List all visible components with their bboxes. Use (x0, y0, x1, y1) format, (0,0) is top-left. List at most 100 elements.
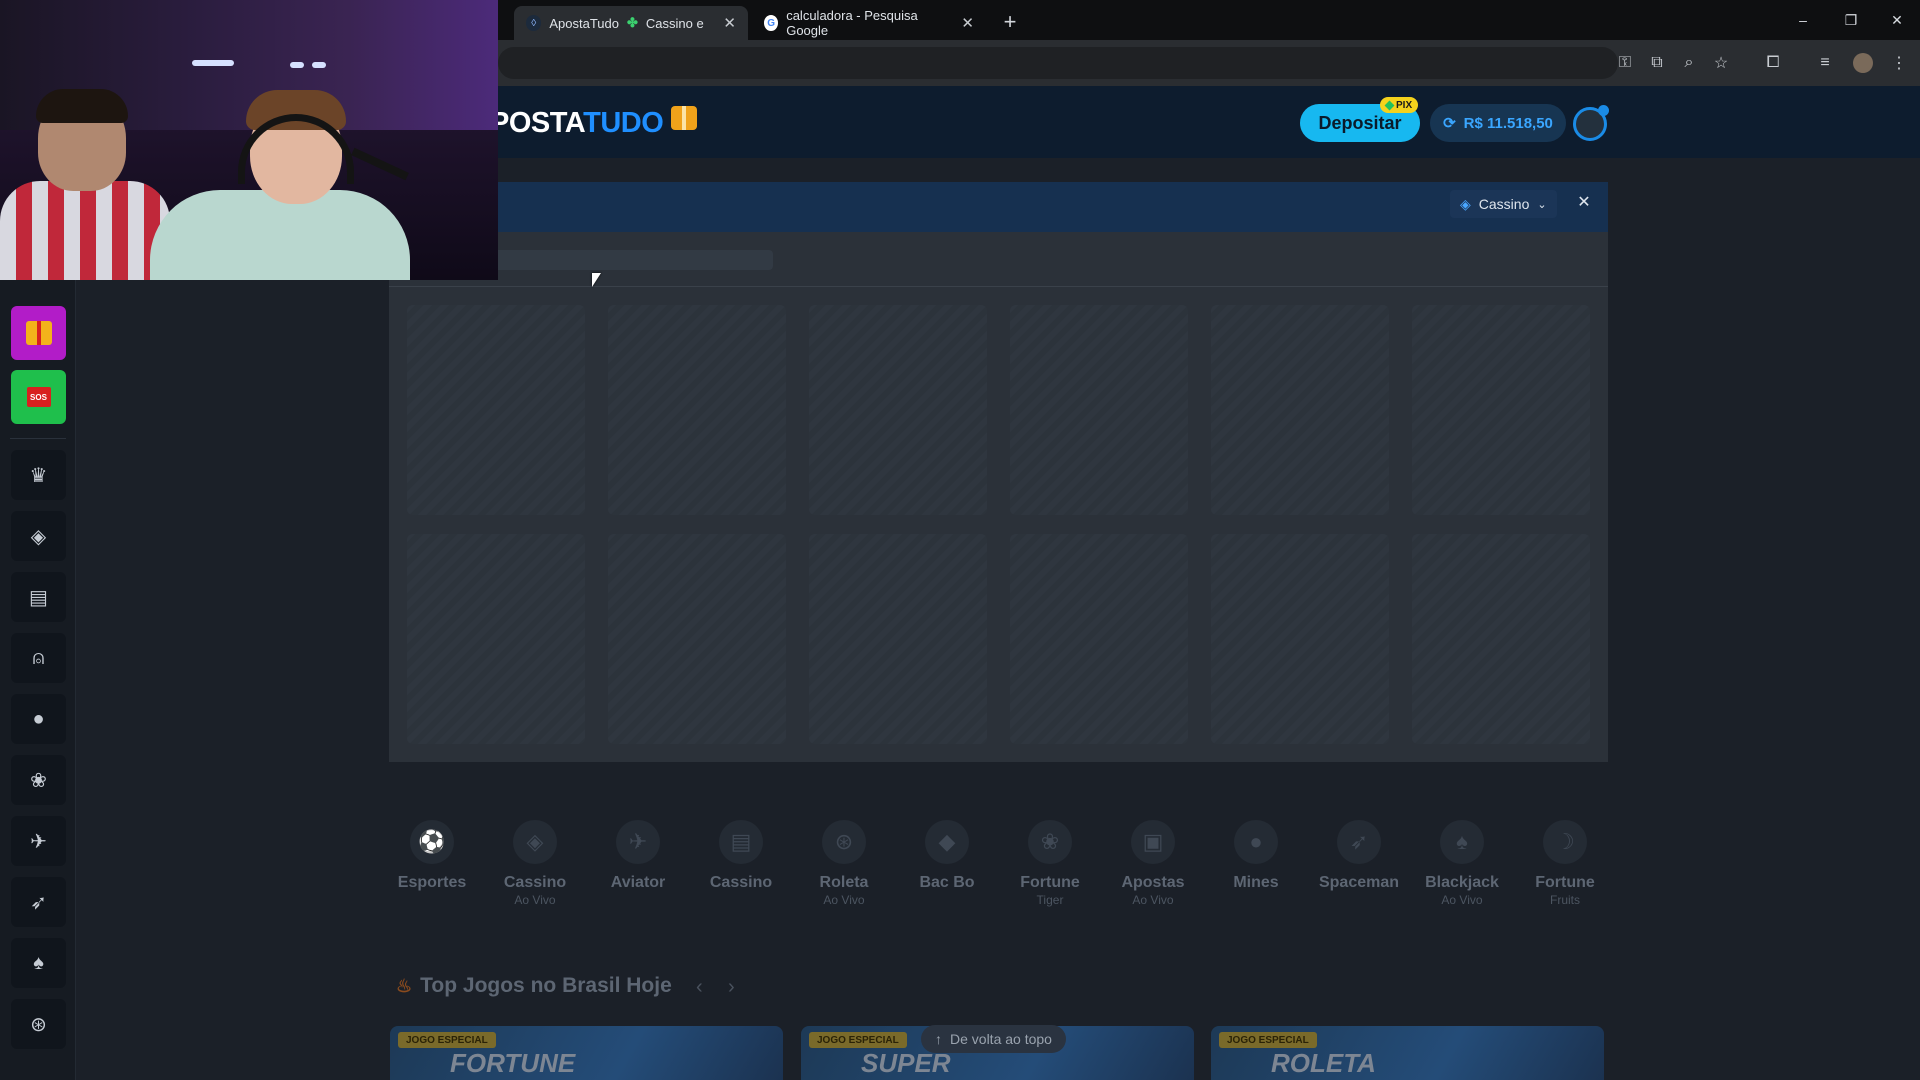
panel-title-area (389, 232, 1608, 287)
pix-label: PIX (1396, 99, 1413, 111)
special-game-tag: JOGO ESPECIAL (809, 1032, 907, 1048)
game-banner[interactable]: JOGO ESPECIAL FORTUNE (390, 1026, 783, 1080)
balance-value: R$ 11.518,50 (1463, 114, 1553, 132)
plane-icon[interactable]: ✈ (11, 816, 66, 866)
category-mines[interactable]: ● Mines (1206, 820, 1306, 893)
game-tile-placeholder[interactable] (608, 534, 786, 744)
browser-menu-icon[interactable]: ⋮ (1886, 50, 1912, 76)
balance-button[interactable]: ⟳ R$ 11.518,50 (1430, 104, 1566, 142)
paw-icon[interactable]: ❀ (11, 755, 66, 805)
category-apostas-ao-vivo[interactable]: ▣ Apostas Ao Vivo (1103, 820, 1203, 907)
game-tile-placeholder[interactable] (1010, 534, 1188, 744)
category-title: Aviator (610, 874, 666, 891)
notification-badge (1598, 105, 1609, 116)
soccer-ball-icon: ⚽ (410, 820, 454, 864)
close-panel-button[interactable]: ✕ (1574, 192, 1594, 212)
streamer-right (150, 90, 410, 280)
gift-box-icon (25, 321, 52, 345)
blackjack-card-icon[interactable]: ♠ (11, 938, 66, 988)
address-bar[interactable] (498, 47, 1618, 79)
category-spaceman[interactable]: ➶ Spaceman (1309, 820, 1409, 893)
light-strip (312, 62, 326, 68)
blackjack-card-icon: ♠ (1440, 820, 1484, 864)
game-tile-placeholder[interactable] (809, 534, 987, 744)
google-favicon-icon: G (764, 15, 779, 31)
tab-calculadora[interactable]: G calculadora - Pesquisa Google ✕ (752, 6, 986, 40)
category-esportes[interactable]: ⚽ Esportes (382, 820, 482, 893)
zoom-icon[interactable]: ⌕ (1676, 50, 1702, 76)
close-window-button[interactable]: ✕ (1870, 0, 1920, 40)
minimize-button[interactable]: – (1776, 0, 1830, 40)
category-title: Blackjack (1425, 874, 1499, 891)
category-subtitle: Ao Vivo (1441, 893, 1483, 907)
loading-title-placeholder (493, 250, 773, 270)
special-game-tag: JOGO ESPECIAL (1219, 1032, 1317, 1048)
mouse-cursor-icon (592, 273, 601, 287)
back-to-top-label: De volta ao topo (950, 1031, 1052, 1047)
casino-chip-icon[interactable]: ◈ (11, 511, 66, 561)
back-to-top-button[interactable]: ↑ De volta ao topo (921, 1025, 1066, 1053)
panel-header-bar (389, 182, 1608, 232)
category-fortune-fruits[interactable]: ☽ Fortune Fruits (1515, 820, 1615, 907)
install-app-icon[interactable]: ⧉ (1644, 50, 1670, 76)
game-tile-placeholder[interactable] (1412, 534, 1590, 744)
carousel-next-button[interactable]: › (728, 976, 735, 999)
webcam-overlay (0, 0, 498, 280)
close-tab-icon[interactable]: ✕ (723, 14, 736, 32)
left-sidebar: SOS ♛ ◈ ▤ ⍝ ● ❀ ✈ ➶ ♠ ⊛ (0, 158, 76, 1080)
category-cassino-ao-vivo[interactable]: ◈ Cassino Ao Vivo (485, 820, 585, 907)
user-avatar[interactable] (1573, 105, 1609, 141)
category-subtitle: Ao Vivo (1132, 893, 1174, 907)
game-tile-placeholder[interactable] (1010, 305, 1188, 515)
game-tile-placeholder[interactable] (407, 534, 585, 744)
crown-icon[interactable]: ♛ (11, 450, 66, 500)
close-tab-icon[interactable]: ✕ (961, 14, 974, 32)
category-blackjack-ao-vivo[interactable]: ♠ Blackjack Ao Vivo (1412, 820, 1512, 907)
banana-icon: ☽ (1543, 820, 1587, 864)
media-queue-icon[interactable]: ≡ (1812, 50, 1838, 76)
category-title: Fortune (1020, 874, 1080, 891)
category-roleta-ao-vivo[interactable]: ⊛ Roleta Ao Vivo (794, 820, 894, 907)
site-logo[interactable]: POSTATUDO (490, 106, 698, 140)
game-tile-placeholder[interactable] (809, 305, 987, 515)
category-title: Roleta (819, 874, 869, 891)
extensions-icon[interactable]: ⧠ (1760, 50, 1786, 76)
game-tile-placeholder[interactable] (1211, 305, 1389, 515)
apostatudo-favicon-icon: ◊ (526, 15, 542, 31)
paw-icon: ❀ (1028, 820, 1072, 864)
tab-title: ApostaTudo (549, 15, 619, 31)
sidebar-sos-button[interactable]: SOS (11, 370, 66, 424)
category-subtitle: Fruits (1550, 893, 1580, 907)
game-tile-placeholder[interactable] (1211, 534, 1389, 744)
rocket-icon[interactable]: ➶ (11, 877, 66, 927)
tab-title: calculadora - Pesquisa Google (786, 8, 918, 38)
password-key-icon[interactable]: ⚿ (1612, 50, 1638, 76)
roulette-icon[interactable]: ⊛ (11, 999, 66, 1049)
special-game-tag: JOGO ESPECIAL (398, 1032, 496, 1048)
bomb-icon[interactable]: ● (11, 694, 66, 744)
carousel-prev-button[interactable]: ‹ (696, 976, 703, 999)
category-cassino[interactable]: ▤ Cassino (691, 820, 791, 893)
joystick-icon[interactable]: ⍝ (11, 633, 66, 683)
games-panel (389, 232, 1608, 762)
game-tile-placeholder[interactable] (407, 305, 585, 515)
game-tile-placeholder[interactable] (608, 305, 786, 515)
refresh-icon[interactable]: ⟳ (1443, 114, 1456, 132)
category-title: Cassino (709, 874, 773, 891)
new-tab-button[interactable]: + (996, 8, 1024, 36)
tab-apostatudo[interactable]: ◊ ApostaTudo ✤ Cassino e Apo ✕ (514, 6, 748, 40)
category-fortune-tiger[interactable]: ❀ Fortune Tiger (1000, 820, 1100, 907)
category-title: Mines (1233, 874, 1279, 891)
category-title: Apostas (1121, 874, 1185, 891)
bomb-icon: ● (1234, 820, 1278, 864)
category-bac-bo[interactable]: ◆ Bac Bo (897, 820, 997, 893)
game-banner[interactable]: JOGO ESPECIAL ROLETA (1211, 1026, 1604, 1080)
category-select[interactable]: ◈ Cassino ⌄ (1450, 190, 1557, 218)
profile-avatar[interactable] (1853, 53, 1873, 73)
sidebar-gift-button[interactable] (11, 306, 66, 360)
cards-icon[interactable]: ▤ (11, 572, 66, 622)
category-aviator[interactable]: ✈ Aviator (588, 820, 688, 893)
bookmark-star-icon[interactable]: ☆ (1708, 50, 1734, 76)
light-strip (290, 62, 304, 68)
game-tile-placeholder[interactable] (1412, 305, 1590, 515)
